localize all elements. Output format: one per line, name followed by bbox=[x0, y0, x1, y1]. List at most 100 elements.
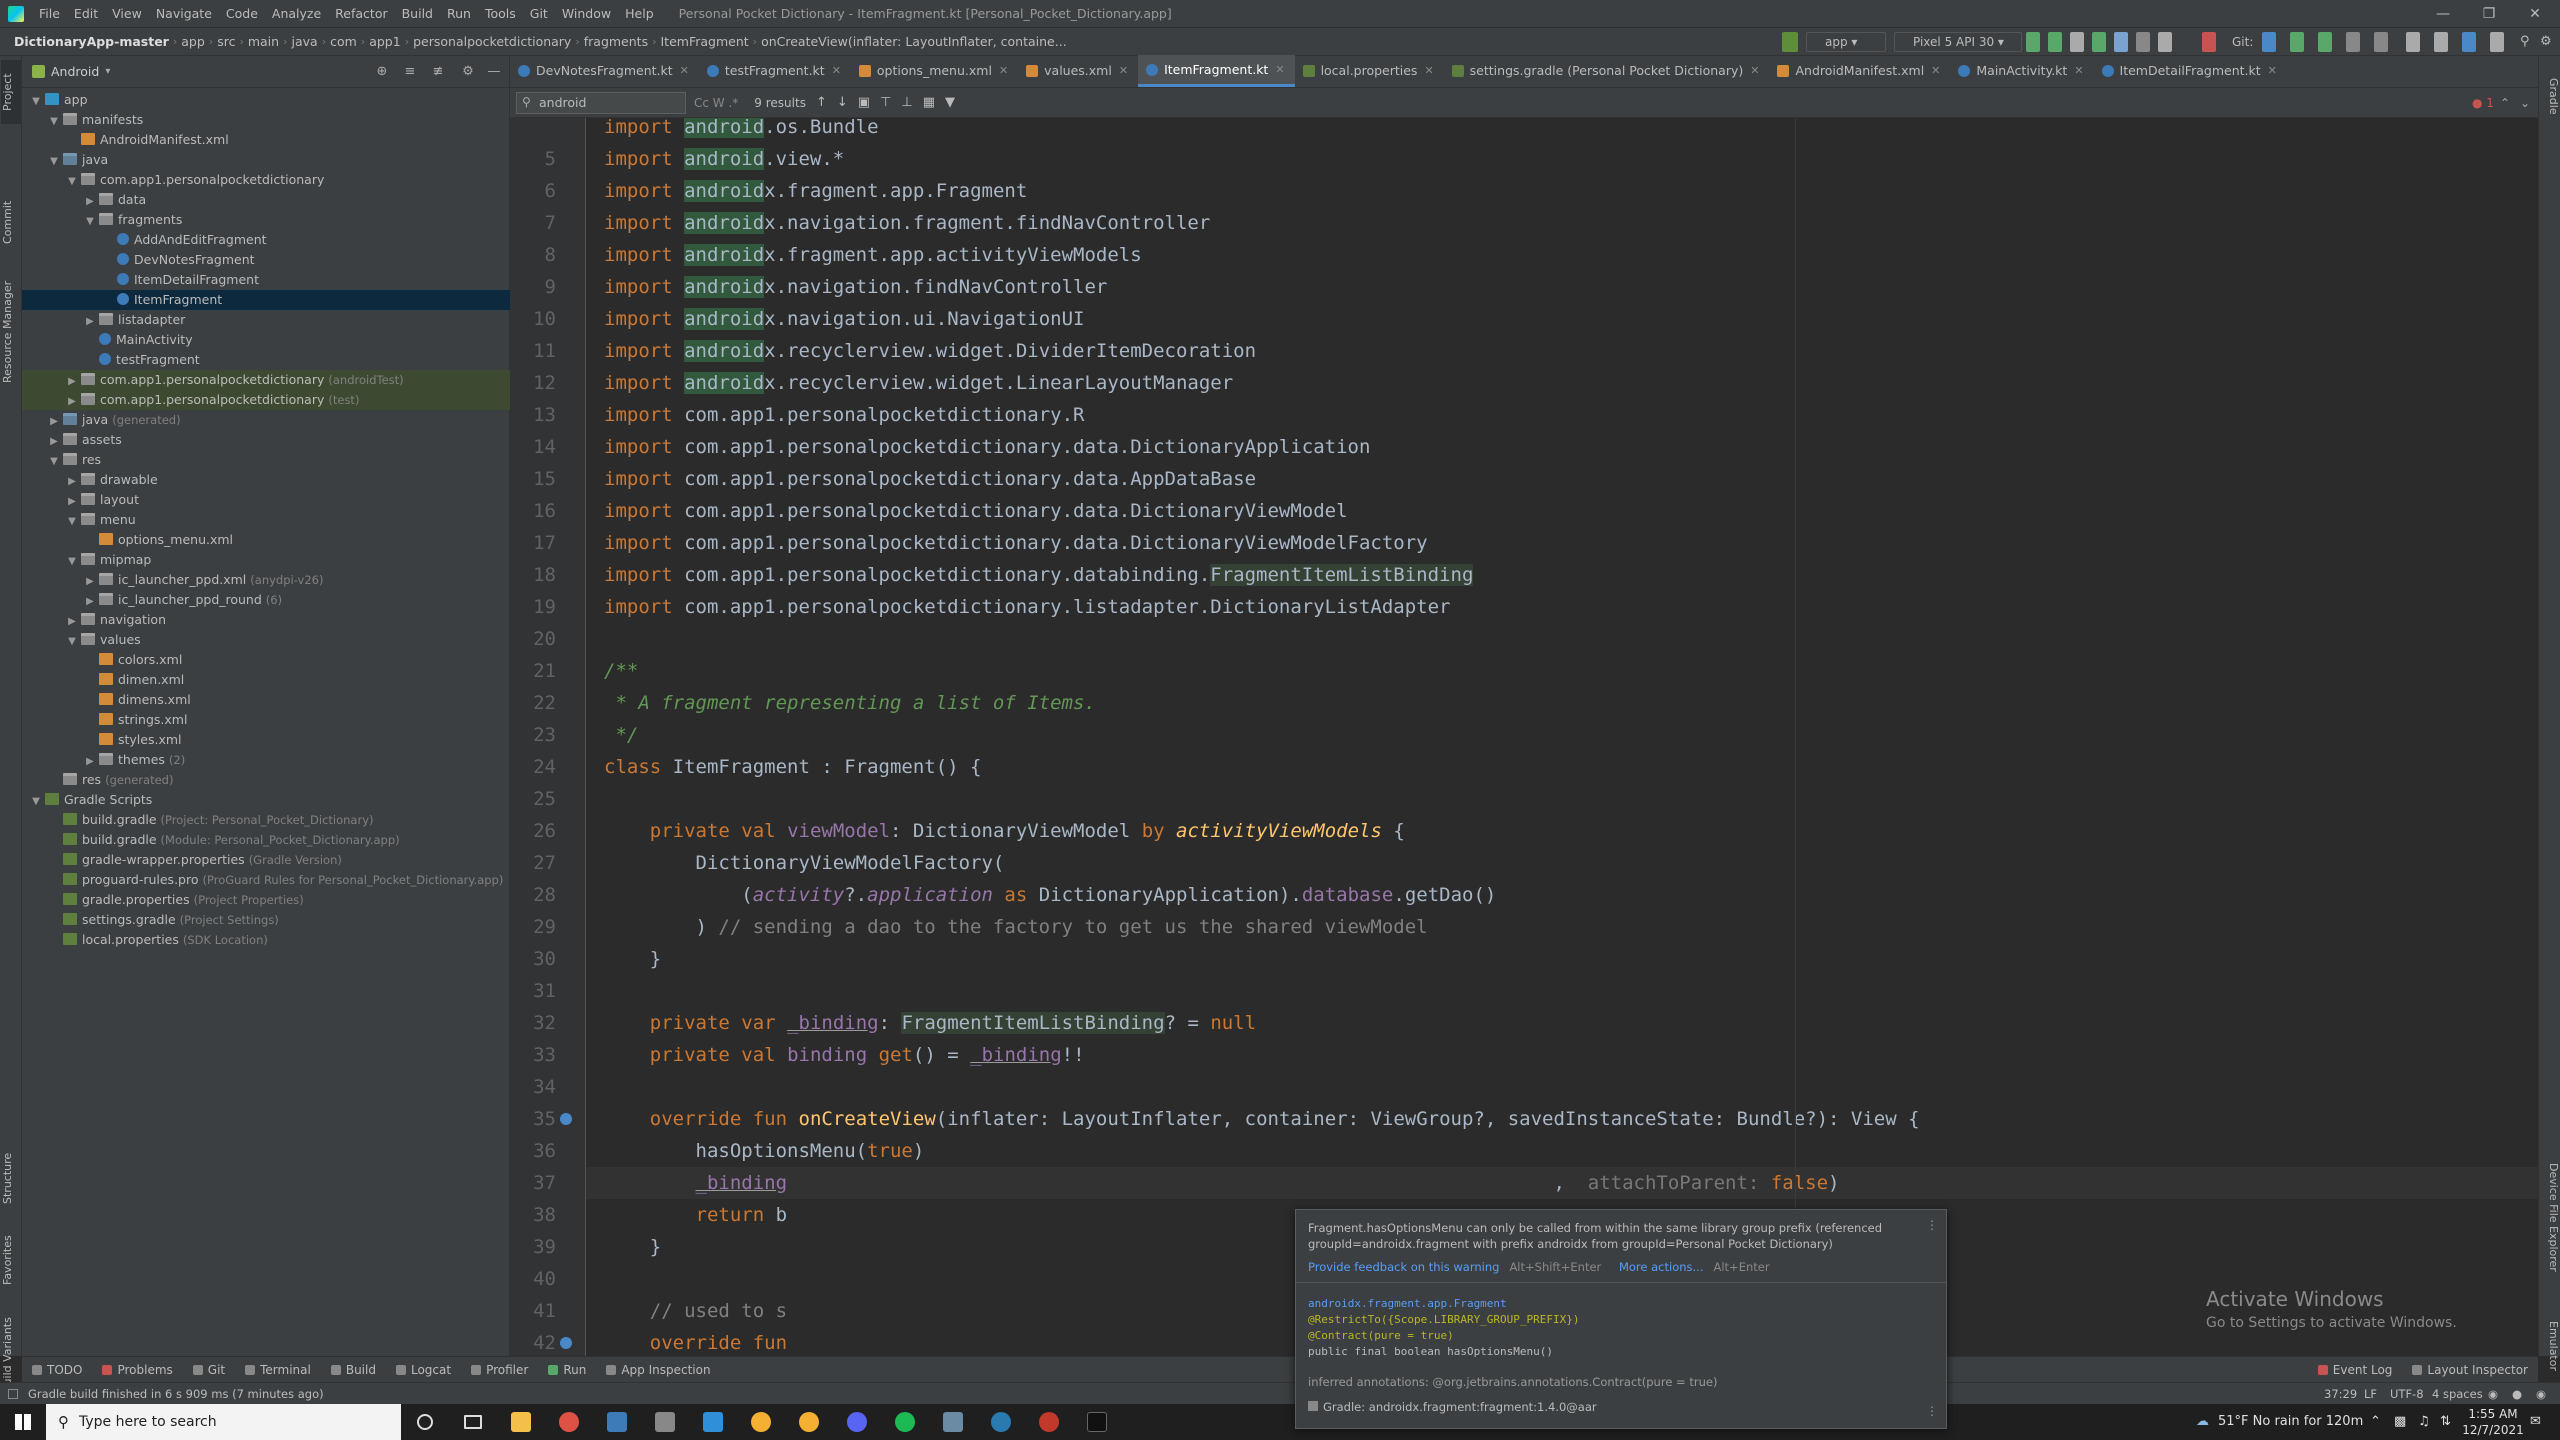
breadcrumb-item[interactable]: DictionaryApp-master bbox=[10, 34, 173, 49]
code-line[interactable]: import com.app1.personalpocketdictionary… bbox=[604, 495, 1348, 527]
discord-icon[interactable] bbox=[833, 1404, 881, 1440]
code-line[interactable]: _binding , attachToParent: false) bbox=[604, 1167, 1840, 1199]
chevron-right-icon[interactable]: ▶ bbox=[66, 392, 78, 412]
close-tab-icon[interactable]: ✕ bbox=[999, 56, 1008, 86]
mail-app-icon[interactable] bbox=[641, 1404, 689, 1440]
menu-run[interactable]: Run bbox=[440, 6, 478, 21]
breadcrumb-item[interactable]: main bbox=[244, 34, 283, 49]
chevron-down-icon[interactable]: ▼ bbox=[48, 152, 60, 172]
prev-highlight-icon[interactable]: ⌃ bbox=[2500, 96, 2510, 110]
git-push-icon[interactable] bbox=[2318, 32, 2332, 52]
weather-status[interactable]: 51°F No rain for 120m bbox=[2218, 1404, 2363, 1440]
filter-icon[interactable]: ▼ bbox=[945, 95, 955, 110]
code-line[interactable]: } bbox=[604, 943, 661, 975]
breadcrumb-item[interactable]: app1 bbox=[365, 34, 404, 49]
menu-tools[interactable]: Tools bbox=[478, 6, 523, 21]
line-separator[interactable]: LF bbox=[2364, 1383, 2377, 1405]
vscode-icon[interactable] bbox=[689, 1404, 737, 1440]
settings-icon[interactable]: ⚙ bbox=[2540, 32, 2554, 52]
sdk-manager-icon[interactable] bbox=[2406, 32, 2420, 52]
select-all-icon[interactable]: ▦ bbox=[923, 95, 935, 110]
code-line[interactable]: import com.app1.personalpocketdictionary… bbox=[604, 431, 1370, 463]
tool-window-build[interactable]: Build bbox=[321, 1363, 386, 1377]
close-tab-icon[interactable]: ✕ bbox=[1275, 56, 1284, 84]
menu-file[interactable]: File bbox=[32, 6, 67, 21]
sig-class-link[interactable]: androidx.fragment.app.Fragment bbox=[1308, 1297, 1507, 1310]
file-explorer-icon[interactable] bbox=[497, 1404, 545, 1440]
code-line[interactable]: import com.app1.personalpocketdictionary… bbox=[604, 527, 1428, 559]
tree-item[interactable]: gradle-wrapper.properties (Gradle Version… bbox=[22, 850, 510, 870]
code-line[interactable]: * A fragment representing a list of Item… bbox=[604, 687, 1095, 719]
caret-position[interactable]: 37:29 bbox=[2324, 1383, 2357, 1405]
menu-window[interactable]: Window bbox=[555, 6, 618, 21]
code-line[interactable]: /** bbox=[604, 655, 638, 687]
chevron-down-icon[interactable]: ▼ bbox=[66, 512, 78, 532]
tree-item[interactable]: proguard-rules.pro (ProGuard Rules for Pe… bbox=[22, 870, 510, 890]
editor-tab[interactable]: MainActivity.kt ✕ bbox=[1950, 55, 2093, 87]
editor-tab[interactable]: values.xml ✕ bbox=[1018, 55, 1138, 87]
chevron-down-icon[interactable]: ▼ bbox=[48, 112, 60, 132]
breadcrumb-item[interactable]: app bbox=[177, 34, 209, 49]
git-branch-icon[interactable]: ● bbox=[2512, 1383, 2522, 1405]
terminal-icon[interactable] bbox=[1073, 1404, 1121, 1440]
attach-debugger-icon[interactable] bbox=[2158, 32, 2172, 52]
tree-item[interactable]: styles.xml bbox=[22, 730, 510, 750]
run-icon[interactable] bbox=[2026, 32, 2040, 52]
tree-item[interactable]: ▶ themes (2) bbox=[22, 750, 510, 770]
close-tab-icon[interactable]: ✕ bbox=[2268, 56, 2277, 86]
chevron-right-icon[interactable]: ▶ bbox=[84, 312, 96, 332]
breadcrumb-item[interactable]: personalpocketdictionary bbox=[409, 34, 575, 49]
code-line[interactable]: import androidx.navigation.findNavContro… bbox=[604, 271, 1107, 303]
language-icon[interactable]: ⇅ bbox=[2440, 1404, 2451, 1440]
volume-icon[interactable]: ♫ bbox=[2418, 1404, 2430, 1440]
code-line[interactable]: class ItemFragment : Fragment() { bbox=[604, 751, 982, 783]
hammer-icon[interactable] bbox=[1782, 32, 1798, 52]
editor-tab[interactable]: ItemFragment.kt ✕ bbox=[1138, 55, 1295, 87]
code-line[interactable]: import com.app1.personalpocketdictionary… bbox=[604, 463, 1256, 495]
chevron-down-icon[interactable]: ▼ bbox=[66, 632, 78, 652]
chrome-canary-icon[interactable] bbox=[737, 1404, 785, 1440]
device-manager-icon[interactable] bbox=[2490, 32, 2504, 52]
tool-window-terminal[interactable]: Terminal bbox=[235, 1363, 321, 1377]
tree-item[interactable]: ▼ mipmap bbox=[22, 550, 510, 570]
notes-app-icon[interactable] bbox=[929, 1404, 977, 1440]
tree-item[interactable]: build.gradle (Project: Personal_Pocket_Di… bbox=[22, 810, 510, 830]
code-line[interactable]: */ bbox=[604, 719, 638, 751]
code-line[interactable]: import com.app1.personalpocketdictionary… bbox=[604, 399, 1084, 431]
tree-item[interactable]: ▶ assets bbox=[22, 430, 510, 450]
code-line[interactable]: private val binding get() = _binding!! bbox=[604, 1039, 1085, 1071]
chevron-down-icon[interactable]: ▼ bbox=[66, 172, 78, 192]
task-view-icon[interactable] bbox=[449, 1404, 497, 1440]
android-studio-taskbar-icon[interactable] bbox=[593, 1404, 641, 1440]
tool-window-profiler[interactable]: Profiler bbox=[461, 1363, 538, 1377]
tree-item[interactable]: ▶ ic_launcher_ppd_round (6) bbox=[22, 590, 510, 610]
breadcrumb-item[interactable]: com bbox=[326, 34, 361, 49]
taskbar-clock[interactable]: 1:55 AM 12/7/2021 bbox=[2454, 1406, 2532, 1438]
override-marker-icon[interactable] bbox=[560, 1337, 572, 1349]
chevron-down-icon[interactable]: ▼ bbox=[48, 452, 60, 472]
chrome-beta-icon[interactable] bbox=[785, 1404, 833, 1440]
media-app-icon[interactable] bbox=[1025, 1404, 1073, 1440]
code-line[interactable]: import androidx.recyclerview.widget.Line… bbox=[604, 367, 1233, 399]
code-line[interactable]: import com.app1.personalpocketdictionary… bbox=[604, 591, 1451, 623]
chevron-right-icon[interactable]: ▶ bbox=[84, 572, 96, 592]
code-line[interactable]: import androidx.navigation.ui.Navigation… bbox=[604, 303, 1084, 335]
more-actions-link[interactable]: More actions... bbox=[1619, 1260, 1704, 1274]
tree-item[interactable]: ▶ navigation bbox=[22, 610, 510, 630]
editor-tab[interactable]: settings.gradle (Personal Pocket Diction… bbox=[1444, 55, 1770, 87]
tool-tab-device-file-explorer[interactable]: Device File Explorer bbox=[2540, 1142, 2560, 1292]
tool-window-git[interactable]: Git bbox=[183, 1363, 235, 1377]
tree-item[interactable]: ▶ com.app1.personalpocketdictionary (test) bbox=[22, 390, 510, 410]
tree-item[interactable]: AndroidManifest.xml bbox=[22, 130, 510, 150]
tree-item[interactable]: ▼ Gradle Scripts bbox=[22, 790, 510, 810]
chevron-down-icon[interactable]: ▼ bbox=[84, 212, 96, 232]
chevron-right-icon[interactable]: ▶ bbox=[48, 412, 60, 432]
file-encoding[interactable]: UTF-8 bbox=[2390, 1383, 2424, 1405]
chevron-right-icon[interactable]: ▶ bbox=[48, 432, 60, 452]
code-line[interactable]: hasOptionsMenu(true) bbox=[604, 1135, 925, 1167]
code-line[interactable]: import androidx.navigation.fragment.find… bbox=[604, 207, 1210, 239]
tree-item[interactable]: ▼ res bbox=[22, 450, 510, 470]
tree-item[interactable]: ▶ java (generated) bbox=[22, 410, 510, 430]
tool-window-event-log[interactable]: Event Log bbox=[2308, 1363, 2403, 1377]
menu-edit[interactable]: Edit bbox=[67, 6, 105, 21]
